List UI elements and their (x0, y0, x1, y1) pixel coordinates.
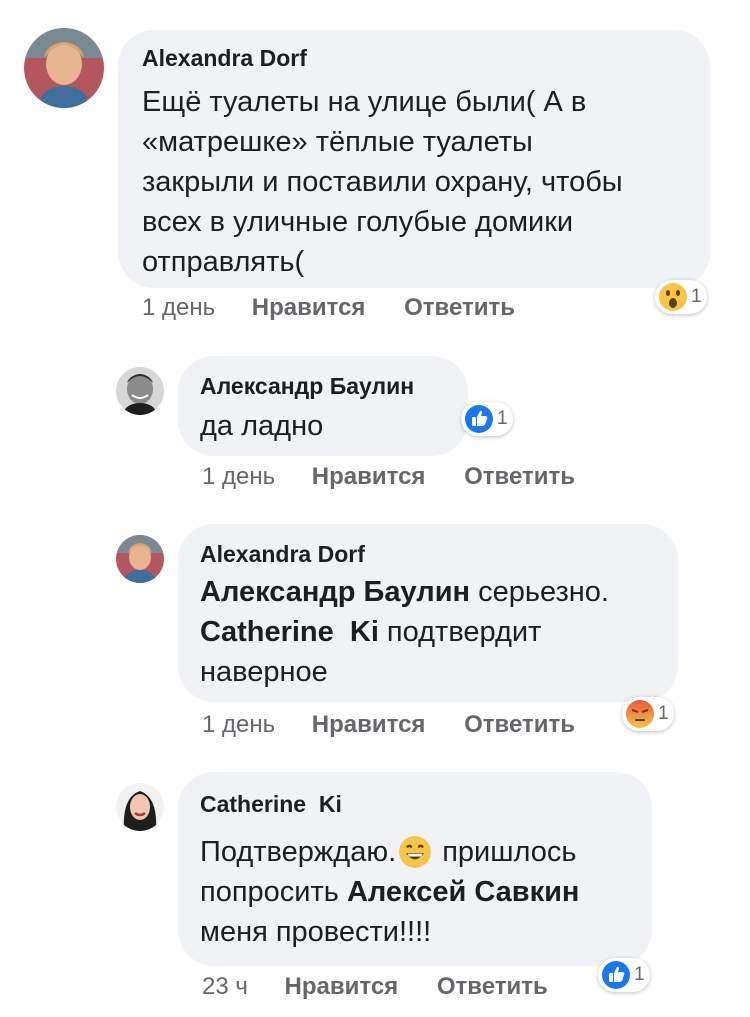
mention-link[interactable]: Александр Баулин (200, 576, 470, 608)
comment-line: отправлять( (142, 246, 305, 278)
comment-line: меня провести!!!! (200, 916, 432, 948)
avatar[interactable] (116, 783, 164, 831)
wow-emoji-icon (659, 283, 687, 311)
reply-button[interactable]: Ответить (404, 294, 515, 321)
comment-line: попросить Алексей Савкин (200, 872, 630, 912)
comment-author[interactable]: Alexandra Dorf (200, 540, 656, 568)
comment-line: всех в уличные голубые домики (142, 206, 574, 238)
timestamp[interactable]: 1 день (202, 711, 275, 738)
comment-bubble: Alexandra Dorf Ещё туалеты на улице были… (118, 30, 710, 288)
reply-button[interactable]: Ответить (464, 463, 575, 490)
like-icon (602, 961, 630, 989)
like-icon (465, 405, 493, 433)
avatar[interactable] (116, 367, 164, 415)
comment-line: закрыли и поставили охрану, чтобы (142, 166, 623, 198)
grinning-emoji-icon (399, 836, 432, 868)
avatar-photo-icon (116, 783, 164, 831)
comment-line: Александр Баулин серьезно. (200, 572, 656, 612)
like-button[interactable]: Нравится (252, 294, 366, 321)
comment-actions: 23 ч Нравится Ответить (202, 973, 548, 1001)
comment-bubble: Catherine Ki Подтверждаю. пришлось попро… (178, 772, 652, 966)
reaction-summary[interactable]: 1 (598, 958, 650, 992)
timestamp[interactable]: 1 день (202, 463, 275, 490)
comment-text: Александр Баулин серьезно. Catherine Ki … (200, 572, 656, 692)
comment-text-part: Подтверждаю. (200, 836, 397, 868)
comment-author[interactable]: Catherine Ki (200, 790, 630, 818)
reaction-summary[interactable]: 1 (655, 280, 707, 314)
like-button[interactable]: Нравится (285, 973, 399, 1000)
comment-line: Ещё туалеты на улице были( А в (142, 86, 587, 118)
comment-text: Подтверждаю. пришлось попросить Алексей … (200, 832, 630, 952)
reply-button[interactable]: Ответить (437, 973, 548, 1000)
reaction-summary[interactable]: 1 (461, 402, 513, 436)
comment-line: Catherine Ki подтвердит (200, 612, 656, 652)
reaction-count: 1 (691, 286, 702, 307)
comment-line: Подтверждаю. пришлось (200, 832, 630, 872)
like-button[interactable]: Нравится (312, 711, 426, 738)
comment-actions: 1 день Нравится Ответить (202, 711, 575, 739)
reaction-count: 1 (634, 964, 645, 985)
comment-text-part: попросить (200, 876, 347, 908)
mention-link[interactable]: Алексей Савкин (347, 876, 580, 908)
comment-text-part: серьезно. (470, 576, 609, 608)
reaction-count: 1 (497, 408, 508, 429)
comment-line: наверное (200, 656, 328, 688)
avatar[interactable] (24, 28, 104, 108)
comment-line: «матрешке» тёплые туалеты (142, 126, 533, 158)
avatar[interactable] (116, 535, 164, 583)
comment-actions: 1 день Нравится Ответить (142, 294, 515, 322)
comment-text: Ещё туалеты на улице были( А в «матрешке… (142, 82, 688, 282)
mention-link[interactable]: Catherine Ki (200, 616, 379, 648)
angry-emoji-icon (626, 700, 654, 728)
timestamp[interactable]: 23 ч (202, 973, 248, 1000)
comment-author[interactable]: Alexandra Dorf (142, 44, 688, 72)
like-button[interactable]: Нравится (312, 463, 426, 490)
comment-text-part: подтвердит (378, 616, 542, 648)
comment-text-part: пришлось (434, 836, 577, 868)
comment-actions: 1 день Нравится Ответить (202, 463, 575, 491)
reply-button[interactable]: Ответить (464, 711, 575, 738)
reaction-summary[interactable]: 1 (622, 697, 674, 731)
comment-bubble: Александр Баулин да ладно (178, 356, 468, 456)
avatar-photo-icon (116, 367, 164, 415)
comment-author[interactable]: Александр Баулин (200, 372, 446, 400)
comment-bubble: Alexandra Dorf Александр Баулин серьезно… (178, 524, 678, 702)
reaction-count: 1 (658, 703, 669, 724)
avatar-photo-icon (24, 28, 104, 108)
avatar-photo-icon (116, 535, 164, 583)
comment-text: да ладно (200, 410, 324, 442)
timestamp[interactable]: 1 день (142, 294, 215, 321)
